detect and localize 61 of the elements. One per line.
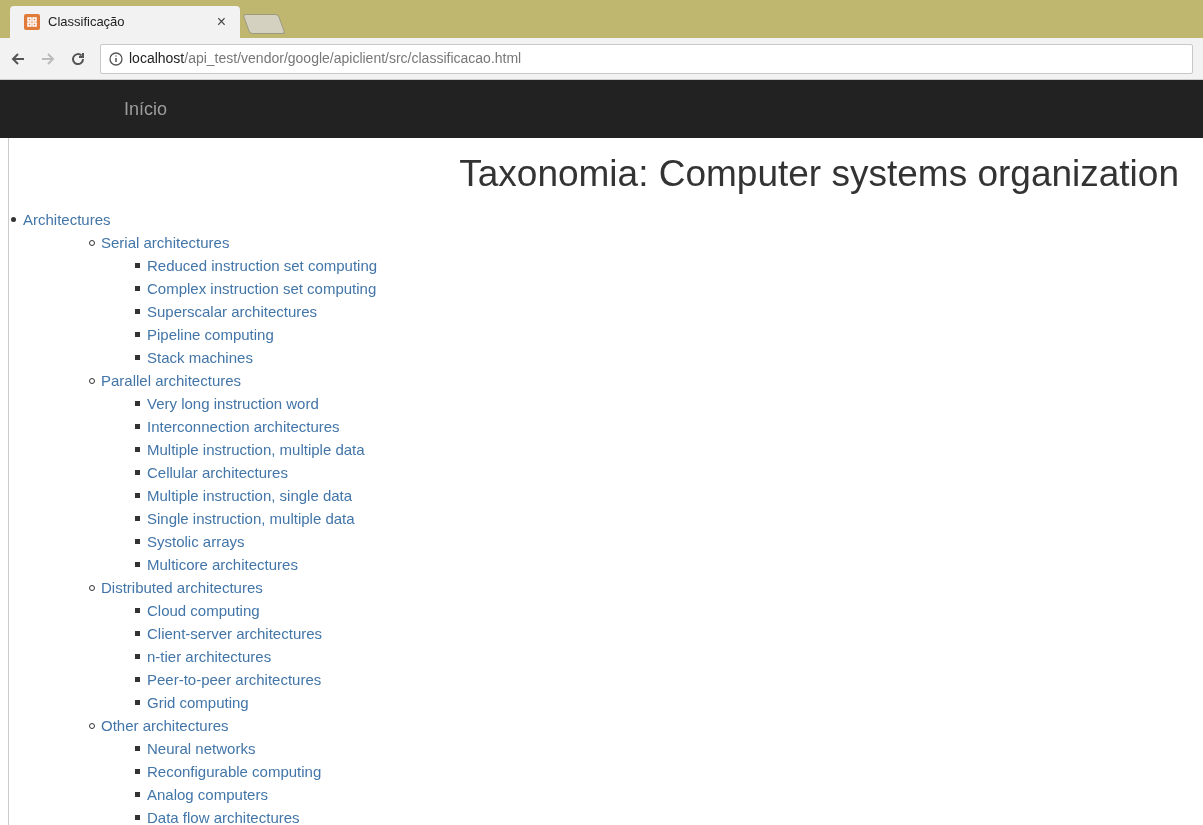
bullet-icon bbox=[135, 562, 140, 567]
category-link[interactable]: Multicore architectures bbox=[147, 557, 298, 572]
bullet-icon bbox=[11, 217, 16, 222]
tab-title: Classificação bbox=[48, 13, 126, 32]
bullet-icon bbox=[135, 769, 140, 774]
browser-tab[interactable]: Classificação × bbox=[10, 6, 240, 38]
bullet-icon bbox=[135, 746, 140, 751]
bullet-icon bbox=[135, 332, 140, 337]
category-link[interactable]: Multiple instruction, multiple data bbox=[147, 442, 365, 457]
category-link[interactable]: Serial architectures bbox=[101, 235, 230, 250]
tab-close-button[interactable]: × bbox=[216, 10, 226, 34]
category-link[interactable]: Complex instruction set computing bbox=[147, 281, 377, 296]
bullet-icon bbox=[135, 516, 140, 521]
bullet-icon bbox=[135, 654, 140, 659]
category-link[interactable]: Interconnection architectures bbox=[147, 419, 340, 434]
category-link[interactable]: Data flow architectures bbox=[147, 810, 300, 825]
bullet-icon bbox=[135, 447, 140, 452]
home-link[interactable]: Início bbox=[124, 95, 168, 123]
bullet-icon bbox=[135, 286, 140, 291]
category-link[interactable]: Superscalar architectures bbox=[147, 304, 318, 319]
category-link[interactable]: Cloud computing bbox=[147, 603, 260, 618]
category-link[interactable]: Cellular architectures bbox=[147, 465, 288, 480]
category-link[interactable]: Architectures bbox=[23, 212, 111, 227]
category-link[interactable]: Neural networks bbox=[147, 741, 256, 756]
back-icon[interactable] bbox=[10, 50, 26, 67]
category-link[interactable]: Systolic arrays bbox=[147, 534, 245, 549]
category-link[interactable]: Parallel architectures bbox=[101, 373, 242, 388]
category-link[interactable]: Distributed architectures bbox=[101, 580, 263, 595]
bullet-icon bbox=[135, 355, 140, 360]
reload-icon[interactable] bbox=[70, 50, 86, 67]
address-field[interactable]: localhost/api_test/vendor/google/apiclient/src/classificacao.html bbox=[100, 43, 1193, 74]
category-link[interactable]: Reduced instruction set computing bbox=[147, 258, 378, 273]
bullet-icon bbox=[135, 677, 140, 682]
category-link[interactable]: Other architectures bbox=[101, 718, 229, 733]
category-link[interactable]: Very long instruction word bbox=[147, 396, 319, 411]
category-link[interactable]: Peer-to-peer architectures bbox=[147, 672, 322, 687]
info-icon bbox=[109, 51, 123, 66]
bullet-icon bbox=[135, 493, 140, 498]
bullet-icon bbox=[135, 470, 140, 475]
bullet-icon bbox=[135, 401, 140, 406]
bullet-icon bbox=[135, 608, 140, 613]
bullet-icon bbox=[135, 815, 140, 820]
bullet-icon bbox=[135, 539, 140, 544]
bullet-icon bbox=[135, 700, 140, 705]
bullet-icon bbox=[135, 263, 140, 268]
category-link[interactable]: Stack machines bbox=[147, 350, 253, 365]
bullet-icon bbox=[135, 424, 140, 429]
category-link[interactable]: Grid computing bbox=[147, 695, 249, 710]
category-link[interactable]: Reconfigurable computing bbox=[147, 764, 322, 779]
bullet-icon bbox=[135, 309, 140, 314]
bullet-icon bbox=[135, 631, 140, 636]
page-heading: Taxonomia: Computer systems organization bbox=[458, 152, 1180, 196]
category-link[interactable]: Single instruction, multiple data bbox=[147, 511, 355, 526]
category-link[interactable]: Analog computers bbox=[147, 787, 268, 802]
url-text: localhost/api_test/vendor/google/apiclient/src/classificacao.html bbox=[129, 49, 522, 68]
category-link[interactable]: Multiple instruction, single data bbox=[147, 488, 353, 503]
category-link[interactable]: n-tier architectures bbox=[147, 649, 272, 664]
category-link[interactable]: Pipeline computing bbox=[147, 327, 274, 342]
category-link[interactable]: Client-server architectures bbox=[147, 626, 323, 641]
app-logo-icon bbox=[24, 14, 40, 30]
bullet-icon bbox=[135, 792, 140, 797]
